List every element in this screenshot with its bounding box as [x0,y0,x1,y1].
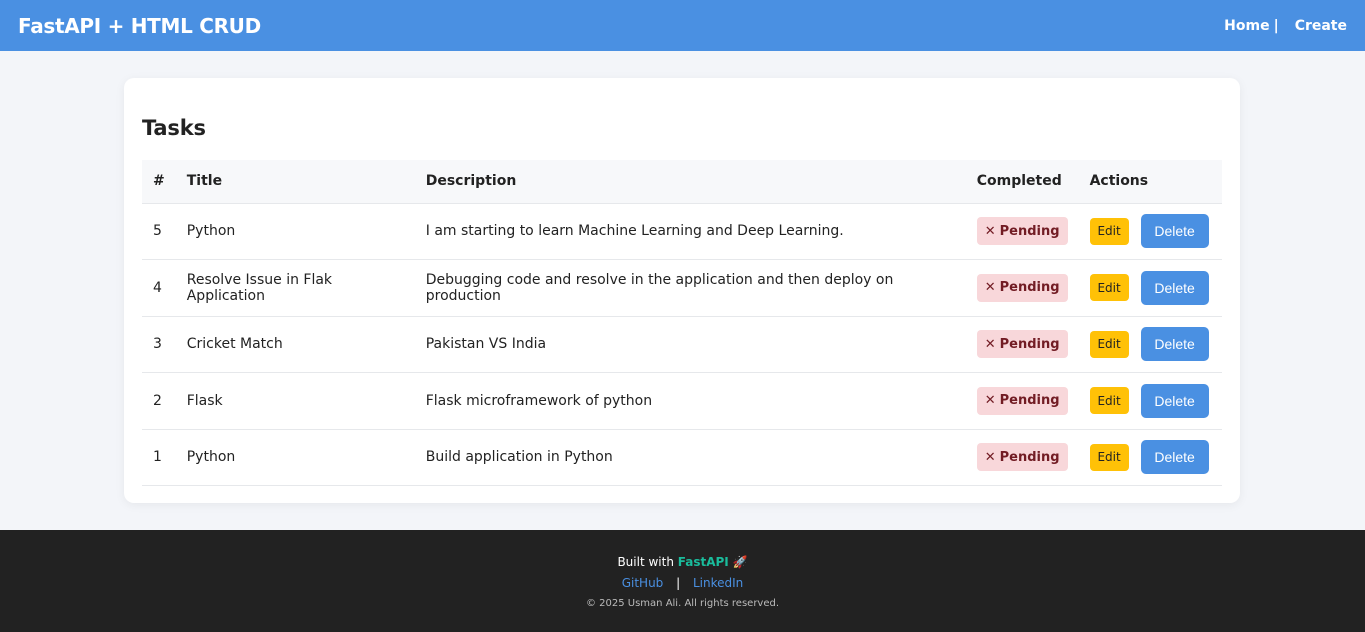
task-description: Pakistan VS India [414,316,966,373]
status-badge: ✕ Pending [976,217,1068,246]
task-completed: ✕ Pending [965,316,1079,373]
task-description: Flask microframework of python [414,372,966,430]
table-row: 2 Flask Flask microframework of python ✕… [142,372,1222,430]
task-id: 3 [142,316,176,373]
task-title: Resolve Issue in Flak Application [175,259,415,317]
navbar: FastAPI + HTML CRUD Home | Create [0,0,1365,51]
column-header-actions: Actions [1078,160,1222,204]
task-actions: Edit Delete [1078,203,1222,260]
main-content: Tasks # Title Description Completed Acti… [0,51,1365,530]
nav-create-link[interactable]: Create [1295,18,1347,34]
task-actions: Edit Delete [1078,429,1222,486]
task-actions: Edit Delete [1078,259,1222,317]
status-badge-label: Pending [999,393,1060,409]
footer-built-with-text: Built with [617,555,674,569]
cross-icon: ✕ [984,336,996,352]
delete-button[interactable]: Delete [1140,440,1209,475]
status-badge: ✕ Pending [976,386,1068,415]
task-id: 4 [142,259,176,317]
footer-framework: FastAPI [677,555,729,569]
edit-button[interactable]: Edit [1089,274,1129,302]
task-title: Python [175,429,415,486]
linkedin-link[interactable]: LinkedIn [693,576,743,590]
rocket-icon: 🚀 [732,555,748,569]
edit-button[interactable]: Edit [1089,330,1129,358]
table-body: 5 Python I am starting to learn Machine … [142,203,1222,486]
header-row: # Title Description Completed Actions [142,160,1222,204]
task-description: I am starting to learn Machine Learning … [414,203,966,260]
footer: Built with FastAPI 🚀 GitHub | LinkedIn ©… [0,530,1365,632]
actions-group: Edit Delete [1089,383,1211,418]
table-row: 4 Resolve Issue in Flak Application Debu… [142,259,1222,317]
brand-title: FastAPI + HTML CRUD [18,13,261,38]
task-completed: ✕ Pending [965,203,1079,260]
task-title: Cricket Match [175,316,415,373]
github-link[interactable]: GitHub [622,576,664,590]
cross-icon: ✕ [984,223,996,239]
task-actions: Edit Delete [1078,316,1222,373]
status-badge: ✕ Pending [976,330,1068,359]
delete-button[interactable]: Delete [1140,270,1209,305]
status-badge: ✕ Pending [976,273,1068,302]
actions-group: Edit Delete [1089,214,1211,249]
task-actions: Edit Delete [1078,372,1222,430]
column-header-completed: Completed [965,160,1079,204]
actions-group: Edit Delete [1089,327,1211,362]
edit-button[interactable]: Edit [1089,443,1129,471]
task-title: Python [175,203,415,260]
task-description: Debugging code and resolve in the applic… [414,259,966,317]
footer-built-with: Built with FastAPI 🚀 [0,555,1365,569]
table-header: # Title Description Completed Actions [142,160,1222,204]
edit-button[interactable]: Edit [1089,387,1129,415]
nav-links: Home | Create [1224,18,1347,34]
status-badge-label: Pending [999,449,1060,465]
task-completed: ✕ Pending [965,372,1079,430]
cross-icon: ✕ [984,393,996,409]
delete-button[interactable]: Delete [1140,327,1209,362]
task-id: 5 [142,203,176,260]
tasks-table: # Title Description Completed Actions 5 … [142,160,1222,486]
table-row: 3 Cricket Match Pakistan VS India ✕ Pend… [142,316,1222,373]
table-row: 5 Python I am starting to learn Machine … [142,203,1222,260]
tasks-card: Tasks # Title Description Completed Acti… [124,78,1240,503]
column-header-number: # [142,160,176,204]
edit-button[interactable]: Edit [1089,217,1129,245]
actions-group: Edit Delete [1089,270,1211,305]
status-badge: ✕ Pending [976,443,1068,472]
task-description: Build application in Python [414,429,966,486]
actions-group: Edit Delete [1089,440,1211,475]
tasks-heading: Tasks [142,116,206,140]
nav-separator: | [1273,17,1279,34]
cross-icon: ✕ [984,280,996,296]
task-id: 2 [142,372,176,430]
status-badge-label: Pending [999,223,1060,239]
column-header-description: Description [414,160,966,204]
column-header-title: Title [175,160,415,204]
nav-home-link[interactable]: Home [1224,18,1269,34]
table-row: 1 Python Build application in Python ✕ P… [142,429,1222,486]
cross-icon: ✕ [984,449,996,465]
delete-button[interactable]: Delete [1140,214,1209,249]
task-id: 1 [142,429,176,486]
footer-separator: | [676,576,681,590]
task-completed: ✕ Pending [965,259,1079,317]
status-badge-label: Pending [999,336,1060,352]
status-badge-label: Pending [999,280,1060,296]
task-completed: ✕ Pending [965,429,1079,486]
footer-copyright: © 2025 Usman Ali. All rights reserved. [585,598,780,609]
delete-button[interactable]: Delete [1140,383,1209,418]
task-title: Flask [175,372,415,430]
footer-links: GitHub | LinkedIn [0,576,1365,590]
